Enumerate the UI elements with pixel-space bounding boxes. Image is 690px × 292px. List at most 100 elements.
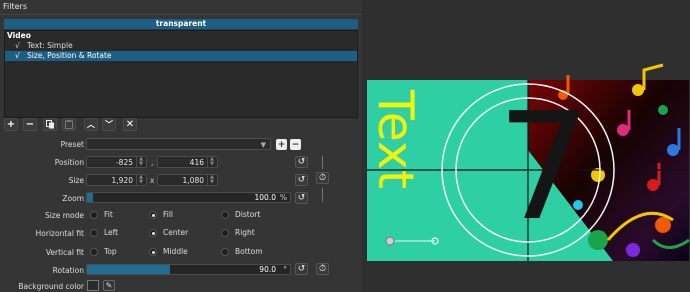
size-mode-distort-radio[interactable]: Distort: [221, 210, 260, 219]
vertical-fit-middle-radio[interactable]: Middle: [149, 247, 188, 256]
radio-label: Right: [235, 228, 255, 237]
filter-item-text-simple[interactable]: √ Text: Simple: [5, 41, 357, 51]
zoom-unit: %: [279, 193, 287, 202]
undo-icon: ↺: [297, 193, 306, 203]
radio-label: Bottom: [235, 247, 263, 256]
rotation-keyframes-button[interactable]: ⏱: [316, 263, 329, 275]
plus-icon: +: [6, 119, 16, 130]
vertical-fit-bottom-radio[interactable]: Bottom: [221, 247, 263, 256]
horizontal-fit-right-radio[interactable]: Right: [221, 228, 255, 237]
radio-icon: [90, 247, 98, 256]
move-filter-up-button[interactable]: ︿: [84, 118, 98, 131]
radio-label: Top: [104, 247, 117, 256]
zoom-slider-fill: [87, 193, 94, 202]
zoom-slider[interactable]: 100.0 %: [86, 192, 291, 203]
keyframe-divider: [322, 156, 323, 169]
radio-icon: [90, 210, 98, 219]
undo-icon: ↺: [297, 157, 306, 167]
clip-name-bar: transparent: [4, 19, 358, 29]
position-x-value: -825: [115, 158, 133, 167]
stopwatch-icon: ⏱: [318, 264, 327, 274]
minus-icon: −: [291, 139, 300, 150]
delete-preset-button[interactable]: −: [290, 139, 301, 150]
color-picker-button[interactable]: ✎: [103, 280, 115, 291]
keyframes-toggle-button[interactable]: ⏱: [316, 172, 329, 184]
undo-icon: ↺: [297, 175, 306, 185]
countdown-number: 7: [497, 81, 591, 253]
rotation-slider[interactable]: 90.0 °: [86, 264, 291, 275]
vertical-fit-top-radio[interactable]: Top: [90, 247, 117, 256]
keyframe-divider: [322, 188, 323, 202]
vertical-fit-label: Vertical fit: [45, 248, 84, 257]
radio-label: Middle: [163, 247, 188, 256]
video-viewer[interactable]: 7 Text: [363, 0, 690, 292]
horizontal-fit-center-radio[interactable]: Center: [149, 228, 188, 237]
radio-label: Center: [163, 228, 189, 237]
undo-icon: ↺: [297, 264, 306, 274]
zoom-value: 100.0: [254, 193, 276, 202]
preset-label: Preset: [60, 140, 84, 149]
close-icon: ✕: [125, 119, 135, 130]
chevron-down-icon: ▼: [260, 141, 266, 149]
rotation-slider-fill: [87, 265, 171, 274]
spin-arrows-icon[interactable]: ▲ ▼: [136, 175, 145, 185]
size-width-spinbox[interactable]: 1,920 ▲ ▼: [86, 174, 147, 186]
radio-icon: [90, 228, 98, 237]
background-color-swatch[interactable]: [87, 280, 99, 291]
paste-filter-button[interactable]: [62, 118, 76, 131]
size-height-value: 1,080: [182, 176, 204, 185]
size-reset-button[interactable]: ↺: [295, 174, 308, 186]
spin-arrows-icon[interactable]: ▲ ▼: [207, 175, 216, 185]
filter-section-header: Video: [7, 31, 31, 40]
save-preset-button[interactable]: +: [276, 139, 287, 150]
eyedropper-icon: ✎: [105, 281, 113, 290]
size-width-value: 1,920: [111, 176, 133, 185]
move-filter-down-button[interactable]: ﹀: [102, 118, 116, 131]
rotation-handle-center[interactable]: [385, 236, 395, 246]
size-mode-fill-radio[interactable]: Fill: [149, 210, 173, 219]
chevron-up-icon: ︿: [87, 120, 95, 129]
filters-panel: Filters transparent Video √ Text: Simple…: [0, 0, 362, 292]
size-mode-label: Size mode: [44, 211, 84, 220]
zoom-reset-button[interactable]: ↺: [295, 192, 308, 204]
filter-item-label: Size, Position & Rotate: [27, 51, 112, 60]
filter-item-size-position-rotate[interactable]: √ Size, Position & Rotate: [5, 51, 357, 61]
radio-label: Left: [104, 228, 119, 237]
radio-icon: [149, 210, 157, 219]
rotation-label: Rotation: [52, 266, 84, 275]
size-label: Size: [68, 176, 84, 185]
radio-icon: [149, 247, 157, 256]
size-mode-fit-radio[interactable]: Fit: [90, 210, 113, 219]
copy-filter-button[interactable]: [43, 118, 57, 131]
spin-arrows-icon[interactable]: ▲ ▼: [136, 157, 145, 167]
position-reset-button[interactable]: ↺: [295, 156, 308, 168]
position-x-spinbox[interactable]: -825 ▲ ▼: [86, 156, 147, 168]
horizontal-fit-label: Horizontal fit: [35, 229, 84, 238]
horizontal-fit-left-radio[interactable]: Left: [90, 228, 118, 237]
stopwatch-icon: ⏱: [318, 173, 327, 183]
zoom-label: Zoom: [62, 194, 84, 203]
filter-enabled-checkbox[interactable]: √: [15, 51, 27, 61]
copy-icon: [45, 120, 54, 129]
filter-list[interactable]: Video √ Text: Simple √ Size, Position & …: [4, 30, 358, 118]
background-color-label: Background color: [18, 282, 84, 291]
rotation-reset-button[interactable]: ↺: [295, 263, 308, 275]
radio-label: Distort: [235, 210, 261, 219]
panel-title: Filters: [3, 2, 27, 11]
spin-arrows-icon[interactable]: ▲ ▼: [207, 157, 216, 167]
radio-label: Fill: [163, 210, 174, 219]
position-y-spinbox[interactable]: 416 ▲ ▼: [157, 156, 218, 168]
size-height-spinbox[interactable]: 1,080 ▲ ▼: [157, 174, 218, 186]
filter-enabled-checkbox[interactable]: √: [15, 41, 27, 51]
rotation-value: 90.0: [259, 265, 276, 274]
position-label: Position: [54, 158, 84, 167]
minus-icon: −: [25, 119, 35, 130]
add-filter-button[interactable]: +: [4, 118, 18, 131]
preset-combobox[interactable]: ▼: [86, 138, 271, 150]
remove-filter-button[interactable]: −: [23, 118, 37, 131]
plus-icon: +: [277, 139, 286, 150]
paste-icon: [65, 120, 73, 129]
size-separator: x: [150, 176, 155, 185]
deselect-filter-button[interactable]: ✕: [123, 118, 137, 131]
radio-icon: [221, 228, 229, 237]
